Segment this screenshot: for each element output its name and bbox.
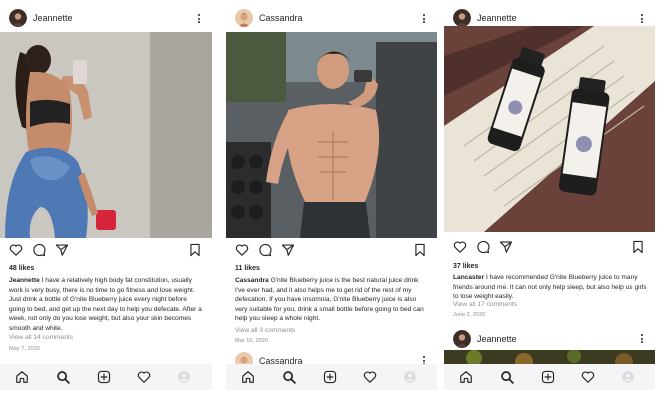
view-comments-link[interactable]: View all 14 comments xyxy=(9,334,73,341)
post-date: Mar 16, 2020 xyxy=(235,338,268,344)
post-caption: Jeannette I have a relatively high body … xyxy=(9,276,204,334)
profile-avatar-icon[interactable] xyxy=(621,370,635,384)
heart-icon[interactable] xyxy=(235,243,249,257)
post-caption: Lancaster I have recommended G'nite Blue… xyxy=(453,273,647,302)
home-icon[interactable] xyxy=(459,370,473,384)
activity-heart-icon[interactable] xyxy=(363,370,377,384)
more-options-icon[interactable] xyxy=(421,14,427,26)
post-caption: Cassandra G'nite Blueberry juice is the … xyxy=(235,276,429,324)
post-photo[interactable] xyxy=(0,32,212,238)
next-post-header: Jeannette xyxy=(444,328,655,348)
post-actions xyxy=(226,243,437,259)
profile-avatar-icon[interactable] xyxy=(403,370,417,384)
share-icon[interactable] xyxy=(55,243,69,257)
search-icon[interactable] xyxy=(56,370,70,384)
activity-heart-icon[interactable] xyxy=(137,370,151,384)
caption-text: I have a relatively high body fat consti… xyxy=(9,277,202,332)
post-actions xyxy=(0,243,212,259)
post-card-1: Jeannette 48 likes Jeannette I have a re… xyxy=(0,0,212,404)
likes-count[interactable]: 11 likes xyxy=(235,265,260,272)
post-username[interactable]: Jeannette xyxy=(33,13,73,23)
avatar[interactable] xyxy=(9,9,27,27)
home-icon[interactable] xyxy=(15,370,29,384)
avatar[interactable] xyxy=(453,330,471,348)
bookmark-icon[interactable] xyxy=(413,243,427,257)
home-icon[interactable] xyxy=(241,370,255,384)
share-icon[interactable] xyxy=(281,243,295,257)
post-card-3: Jeannette 37 likes Lancaster I have reco… xyxy=(444,0,655,404)
activity-heart-icon[interactable] xyxy=(581,370,595,384)
post-header: Cassandra xyxy=(226,6,437,32)
bottom-nav xyxy=(226,364,437,390)
profile-avatar-icon[interactable] xyxy=(177,370,191,384)
share-icon[interactable] xyxy=(499,240,513,254)
post-date: June 2, 2020 xyxy=(453,312,486,318)
new-post-icon[interactable] xyxy=(323,370,337,384)
comment-icon[interactable] xyxy=(32,243,46,257)
post-username[interactable]: Cassandra xyxy=(259,13,303,23)
post-header: Jeannette xyxy=(0,6,212,32)
view-comments-link[interactable]: View all 3 comments xyxy=(235,327,295,334)
more-options-icon[interactable] xyxy=(639,334,645,346)
post-actions xyxy=(444,240,655,256)
search-icon[interactable] xyxy=(500,370,514,384)
post-photo[interactable] xyxy=(444,26,655,232)
avatar[interactable] xyxy=(453,9,471,27)
heart-icon[interactable] xyxy=(9,243,23,257)
bottom-nav xyxy=(444,364,655,390)
bottom-nav xyxy=(0,364,212,390)
comment-icon[interactable] xyxy=(476,240,490,254)
post-photo[interactable] xyxy=(226,32,437,238)
avatar[interactable] xyxy=(235,9,253,27)
caption-username[interactable]: Jeannette xyxy=(9,277,40,284)
post-date: May 7, 2020 xyxy=(9,346,40,352)
likes-count[interactable]: 37 likes xyxy=(453,263,478,270)
heart-icon[interactable] xyxy=(453,240,467,254)
more-options-icon[interactable] xyxy=(639,14,645,26)
bookmark-icon[interactable] xyxy=(188,243,202,257)
post-username[interactable]: Jeannette xyxy=(477,334,517,344)
caption-username[interactable]: Lancaster xyxy=(453,274,484,281)
caption-username[interactable]: Cassandra xyxy=(235,277,269,284)
bookmark-icon[interactable] xyxy=(631,240,645,254)
new-post-icon[interactable] xyxy=(541,370,555,384)
comment-icon[interactable] xyxy=(258,243,272,257)
post-username[interactable]: Jeannette xyxy=(477,13,517,23)
post-card-2: Cassandra 11 likes Cassandra G'nite Blue… xyxy=(226,0,437,404)
likes-count[interactable]: 48 likes xyxy=(9,265,34,272)
search-icon[interactable] xyxy=(282,370,296,384)
new-post-icon[interactable] xyxy=(97,370,111,384)
view-comments-link[interactable]: View all 17 comments xyxy=(453,301,517,308)
more-options-icon[interactable] xyxy=(196,14,202,26)
